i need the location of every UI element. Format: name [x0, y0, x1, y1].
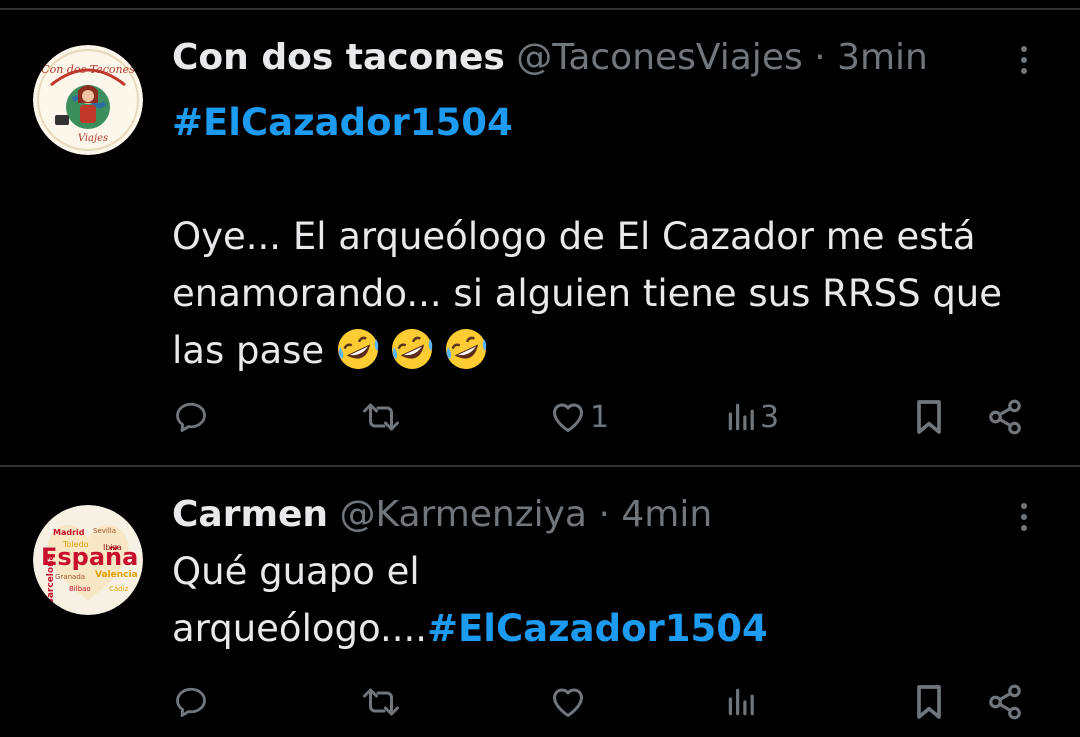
- tweet-text-line: Qué guapo el: [172, 550, 420, 593]
- like-button[interactable]: [548, 677, 588, 727]
- hashtag-link[interactable]: #ElCazador1504: [427, 607, 768, 650]
- like-count: 1: [590, 399, 610, 435]
- hashtag-link[interactable]: #ElCazador1504: [172, 101, 513, 144]
- share-button[interactable]: [986, 392, 1024, 442]
- svg-text:Granada: Granada: [55, 573, 85, 581]
- display-name[interactable]: Carmen: [172, 494, 328, 535]
- views-icon: [728, 688, 754, 716]
- tweet-text: Qué guapo el arqueólogo....#ElCazador150…: [172, 543, 1062, 657]
- separator-dot: ·: [598, 494, 610, 535]
- timestamp[interactable]: 4min: [621, 494, 712, 535]
- bookmark-icon: [917, 685, 941, 719]
- svg-text:Con dos Tacones: Con dos Tacones: [41, 63, 135, 76]
- retweet-icon: [363, 688, 399, 716]
- more-vertical-icon[interactable]: [1012, 40, 1036, 80]
- user-handle[interactable]: @Karmenziya: [339, 494, 587, 535]
- avatar[interactable]: Madrid Sevilla España Toledo Ibiza Valen…: [33, 505, 143, 615]
- views-count: 3: [760, 399, 780, 435]
- retweet-button[interactable]: [360, 677, 402, 727]
- share-icon: [989, 399, 1021, 435]
- tweet-text-line: enamorando... si alguien tiene sus RRSS …: [172, 272, 1003, 315]
- retweet-icon: [363, 403, 399, 431]
- tweet[interactable]: Con dos Tacones Viajes Con dos tacones @…: [0, 10, 1080, 465]
- tweet-actions: [0, 677, 1080, 727]
- views-button[interactable]: 3: [726, 392, 779, 442]
- views-icon: [728, 403, 754, 431]
- timestamp[interactable]: 3min: [837, 37, 928, 78]
- share-icon: [989, 684, 1021, 720]
- heart-icon: [553, 688, 583, 717]
- bookmark-button[interactable]: [912, 392, 946, 442]
- rolling-on-floor-laughing-emoji-icon: [391, 329, 433, 369]
- reply-button[interactable]: [173, 677, 209, 727]
- svg-text:Cádiz: Cádiz: [109, 585, 129, 593]
- retweet-button[interactable]: [360, 392, 402, 442]
- tweet-text-line: Oye... El arqueólogo de El Cazador me es…: [172, 215, 976, 258]
- reply-icon: [176, 402, 206, 432]
- espana-word-cloud-icon: Madrid Sevilla España Toledo Ibiza Valen…: [33, 505, 143, 615]
- svg-text:Toledo: Toledo: [62, 540, 89, 549]
- svg-text:Valencia: Valencia: [95, 570, 138, 580]
- svg-text:Bilbao: Bilbao: [69, 585, 91, 593]
- tweet-header: Carmen @Karmenziya · 4min: [172, 493, 712, 537]
- svg-text:Barcelona: Barcelona: [46, 554, 56, 605]
- tweet[interactable]: Madrid Sevilla España Toledo Ibiza Valen…: [0, 467, 1080, 737]
- tweet-actions: 1 3: [0, 392, 1080, 442]
- svg-text:Sevilla: Sevilla: [93, 527, 116, 535]
- rolling-on-floor-laughing-emoji-icon: [337, 329, 379, 369]
- svg-text:Ibiza: Ibiza: [103, 543, 122, 552]
- separator-dot: ·: [814, 37, 826, 78]
- tweet-header: Con dos tacones @TaconesViajes · 3min: [172, 36, 928, 80]
- tweet-text: #ElCazador1504 Oye... El arqueólogo de E…: [172, 94, 1062, 379]
- avatar[interactable]: Con dos Tacones Viajes: [33, 45, 143, 155]
- reply-icon: [176, 687, 206, 717]
- tweet-text-line: las pase: [172, 329, 325, 372]
- reply-button[interactable]: [173, 392, 209, 442]
- svg-text:Madrid: Madrid: [53, 528, 85, 537]
- svg-text:Viajes: Viajes: [78, 133, 108, 144]
- rolling-on-floor-laughing-emoji-icon: [445, 329, 487, 369]
- bookmark-icon: [917, 400, 941, 434]
- heart-icon: [553, 403, 583, 432]
- views-button[interactable]: [726, 677, 758, 727]
- more-vertical-icon[interactable]: [1012, 497, 1036, 537]
- bookmark-button[interactable]: [912, 677, 946, 727]
- user-handle[interactable]: @TaconesViajes: [516, 37, 802, 78]
- like-button[interactable]: 1: [548, 392, 609, 442]
- tweet-text-line: arqueólogo....: [172, 607, 428, 650]
- con-dos-tacones-logo-icon: Con dos Tacones Viajes: [33, 45, 143, 155]
- share-button[interactable]: [986, 677, 1024, 727]
- display-name[interactable]: Con dos tacones: [172, 37, 505, 78]
